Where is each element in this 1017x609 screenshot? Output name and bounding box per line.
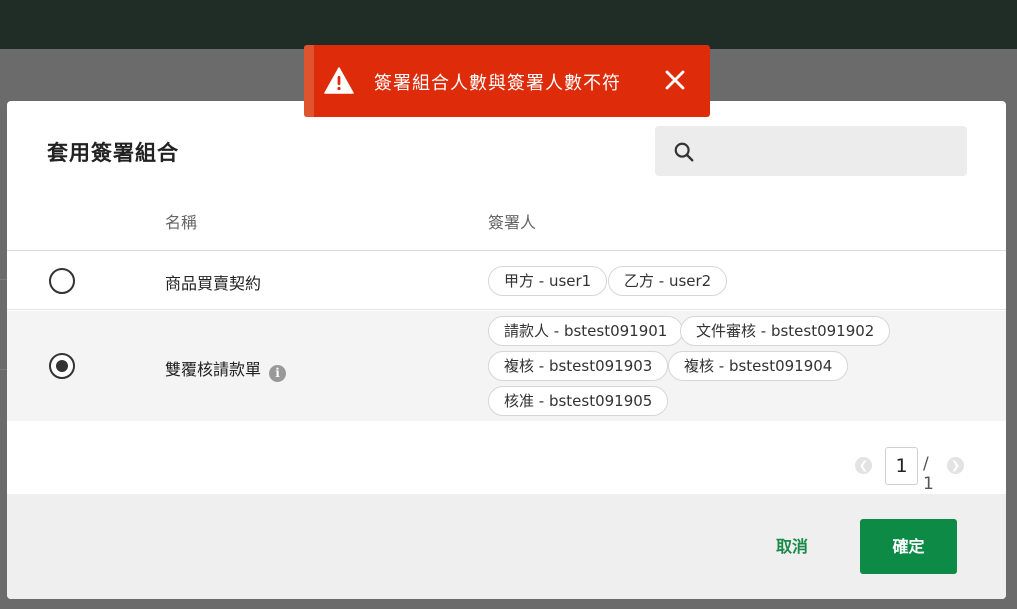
signer-tag: 甲方 - user1 xyxy=(488,266,608,296)
page-number-input[interactable]: 1 xyxy=(885,447,918,485)
error-toast: 簽署組合人數與簽署人數不符 xyxy=(304,45,710,117)
row-radio-button-selected[interactable] xyxy=(49,353,75,379)
chevron-right-icon[interactable]: ❯ xyxy=(947,457,964,474)
info-icon[interactable]: i xyxy=(269,365,287,382)
page-total: / 1 xyxy=(923,454,934,494)
chevron-left-icon[interactable]: ❮ xyxy=(855,457,872,474)
row-name-label: 雙覆核請款單 xyxy=(165,360,262,379)
apply-signing-group-modal: 套用簽署組合 名稱 簽署人 商品買賣契約 甲方 - user1 乙方 - use… xyxy=(7,101,1006,599)
search-icon xyxy=(674,142,694,162)
column-header-name: 名稱 xyxy=(165,213,198,232)
row-name: 商品買賣契約 xyxy=(165,274,262,293)
app-topbar xyxy=(0,0,1017,49)
row-name: 雙覆核請款單 i xyxy=(165,356,287,382)
search-input[interactable] xyxy=(655,126,967,176)
signer-tag: 核准 - bstest091905 xyxy=(488,386,669,416)
table-row[interactable]: 商品買賣契約 甲方 - user1 乙方 - user2 xyxy=(7,251,1006,310)
signer-tag: 乙方 - user2 xyxy=(608,266,728,296)
modal-title: 套用簽署組合 xyxy=(47,141,179,165)
row-radio-button[interactable] xyxy=(49,268,75,294)
modal-footer: 取消 確定 xyxy=(7,494,1006,599)
warning-triangle-icon xyxy=(324,67,354,94)
column-header-signers: 簽署人 xyxy=(488,213,537,232)
cancel-button[interactable]: 取消 xyxy=(752,532,832,562)
close-icon[interactable] xyxy=(664,69,686,91)
toast-accent-bar xyxy=(304,45,314,117)
radio-selected-dot xyxy=(56,360,68,372)
signer-tag: 請款人 - bstest091901 xyxy=(488,316,684,346)
signer-tag: 文件審核 - bstest091902 xyxy=(680,316,891,346)
confirm-button[interactable]: 確定 xyxy=(860,519,957,574)
signer-tag: 複核 - bstest091903 xyxy=(488,351,669,381)
toast-message: 簽署組合人數與簽署人數不符 xyxy=(374,73,621,94)
signer-tag: 複核 - bstest091904 xyxy=(668,351,849,381)
table-row[interactable]: 雙覆核請款單 i 請款人 - bstest091901 文件審核 - bstest… xyxy=(7,311,1006,421)
